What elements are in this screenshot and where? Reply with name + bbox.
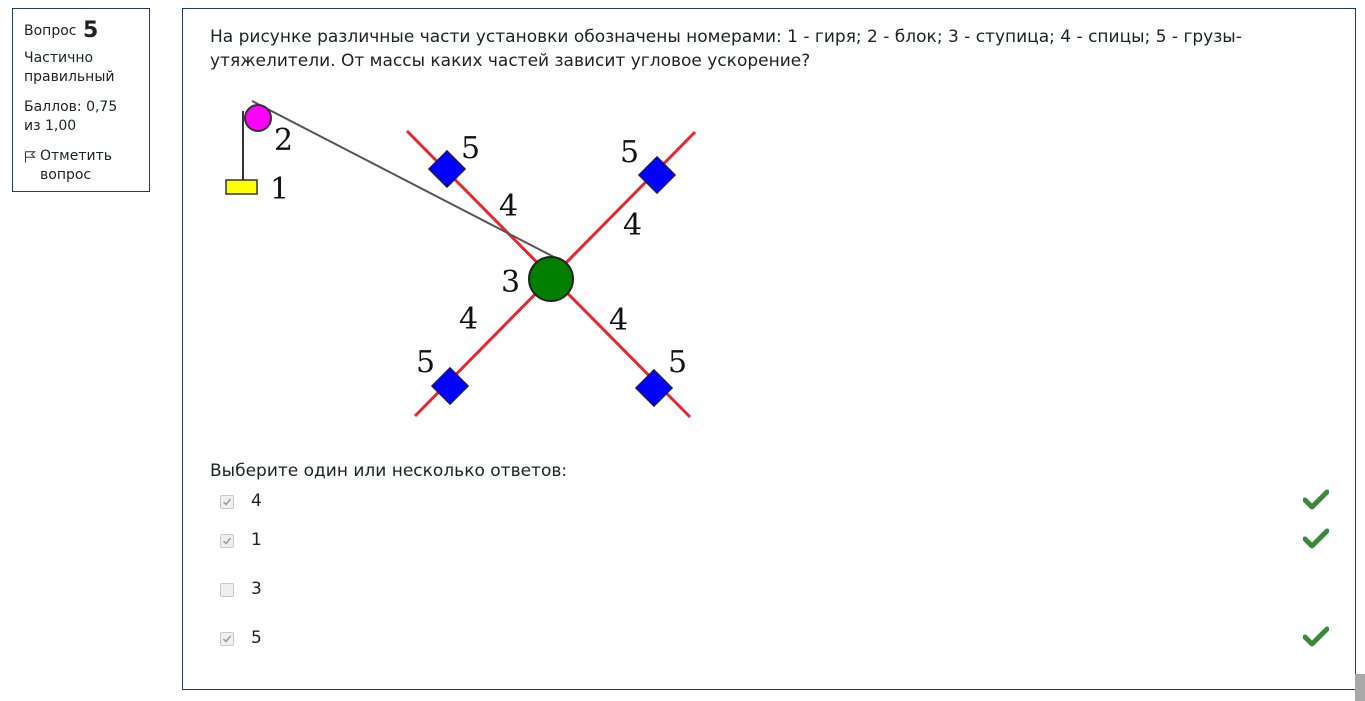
- label-4-lower-right: 4: [609, 303, 628, 338]
- answer-checkbox[interactable]: [220, 495, 234, 509]
- answer-option[interactable]: 1: [210, 528, 1330, 562]
- label-5-upper-left: 5: [461, 131, 480, 166]
- weight-5-top-left: [427, 149, 467, 189]
- question-text: На рисунке различные части установки обо…: [210, 27, 1242, 71]
- question-label: Вопрос: [24, 23, 77, 39]
- answer-checkbox[interactable]: [220, 583, 234, 597]
- checkbox-check-icon: [222, 498, 232, 506]
- label-1: 1: [270, 172, 289, 207]
- answer-label: 3: [251, 579, 262, 599]
- weight-5-bottom-right: [634, 368, 674, 408]
- string: [251, 100, 555, 258]
- answer-option[interactable]: 4: [210, 489, 1330, 523]
- flag-icon: [25, 151, 36, 163]
- correct-check-icon: [1303, 626, 1329, 647]
- question-grade: Баллов: 0,75 из 1,00: [24, 99, 118, 134]
- answer-option[interactable]: 3: [210, 579, 1330, 611]
- flag-question-link[interactable]: Отметить вопрос: [24, 147, 138, 185]
- label-4-upper-left: 4: [499, 189, 518, 224]
- label-5-lower-left: 5: [416, 345, 435, 380]
- flag-label: Отметить вопрос: [40, 148, 113, 183]
- answer-option[interactable]: 5: [210, 626, 1330, 660]
- answer-checkbox[interactable]: [220, 632, 234, 646]
- pulley-2: [244, 104, 272, 132]
- question-info-panel: Вопрос 5 Частично правильный Баллов: 0,7…: [12, 8, 150, 192]
- weight-5-bottom-left: [430, 366, 470, 406]
- hub-3: [528, 256, 574, 302]
- correct-check-icon: [1303, 528, 1329, 549]
- setup-diagram: 1 2 3 4 4 4 4 5 5 5 5: [225, 100, 697, 419]
- answer-label: 4: [251, 491, 262, 511]
- answer-prompt: Выберите один или несколько ответов:: [210, 461, 568, 481]
- checkbox-check-icon: [222, 635, 232, 643]
- answer-checkbox[interactable]: [220, 534, 234, 548]
- label-5-lower-right: 5: [668, 345, 687, 380]
- label-5-upper-right: 5: [620, 135, 639, 170]
- checkbox-check-icon: [222, 537, 232, 545]
- scrollbar-thumb[interactable]: [1355, 674, 1365, 701]
- label-2: 2: [274, 123, 293, 158]
- label-3: 3: [501, 265, 520, 300]
- question-figure: 1 2 3 4 4 4 4 5 5 5 5: [212, 89, 712, 438]
- question-content: На рисунке различные части установки обо…: [182, 8, 1356, 690]
- correct-check-icon: [1303, 489, 1329, 510]
- weight-5-top-right: [637, 155, 677, 195]
- question-number: Вопрос 5: [24, 18, 138, 43]
- answer-label: 1: [251, 530, 262, 550]
- label-4-lower-left: 4: [459, 302, 478, 337]
- answer-label: 5: [251, 628, 262, 648]
- label-4-upper-right: 4: [623, 208, 642, 243]
- question-state: Частично правильный: [24, 50, 115, 85]
- question-number-value: 5: [82, 18, 99, 43]
- weight-1: [225, 179, 258, 195]
